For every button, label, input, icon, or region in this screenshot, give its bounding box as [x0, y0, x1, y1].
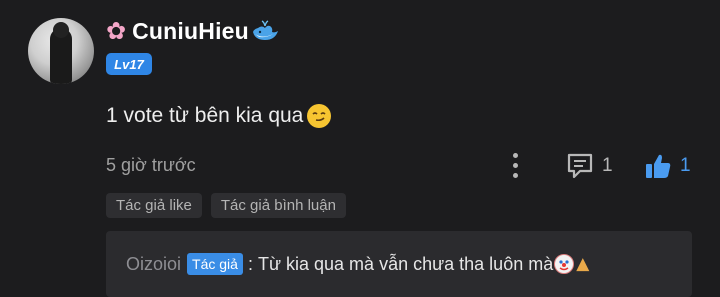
more-options-button[interactable] [506, 152, 526, 180]
username[interactable]: CuniuHieu [132, 18, 249, 45]
reply-line: Oizoioi Tác giả : Từ kia qua mà vẫn chưa… [126, 253, 589, 275]
thumbs-up-icon [646, 154, 671, 178]
more-dot-icon [513, 173, 518, 178]
username-row: ✿ CuniuHieu [106, 14, 281, 48]
timestamp: 5 giờ trước [106, 155, 196, 175]
cherry-blossom-icon: ✿ [106, 17, 127, 45]
more-dot-icon [513, 163, 518, 168]
like-count: 1 [680, 155, 691, 176]
author-badge: Tác giả [187, 253, 243, 275]
reply-preview[interactable]: Oizoioi Tác giả : Từ kia qua mà vẫn chưa… [106, 231, 692, 297]
folded-hands-icon: ▲ [576, 254, 590, 274]
avatar[interactable] [28, 18, 94, 84]
whale-icon [251, 20, 281, 42]
reply-count: 1 [602, 155, 613, 176]
comment-icon [567, 153, 593, 179]
smirking-face-icon [307, 104, 332, 128]
reply-text: Từ kia qua mà vẫn chưa tha luôn mà [257, 253, 554, 274]
more-dot-icon [513, 153, 518, 158]
tag-author-commented[interactable]: Tác giả bình luận [210, 193, 346, 218]
avatar-head [53, 22, 69, 38]
comment-meta: 5 giờ trước 1 1 [106, 152, 696, 180]
comment-body: 1 vote từ bên kia qua [106, 104, 332, 128]
comment-text: 1 vote từ bên kia qua [106, 104, 304, 127]
tag-author-liked[interactable]: Tác giả like [106, 193, 202, 218]
clown-face-icon [554, 254, 575, 274]
reply-author[interactable]: Oizoioi [126, 254, 181, 275]
author-tags: Tác giả like Tác giả bình luận [106, 193, 346, 218]
reply-button[interactable]: 1 [566, 152, 613, 180]
like-button[interactable]: 1 [644, 152, 691, 180]
reply-separator: : [247, 253, 253, 274]
level-badge: Lv17 [106, 53, 152, 75]
